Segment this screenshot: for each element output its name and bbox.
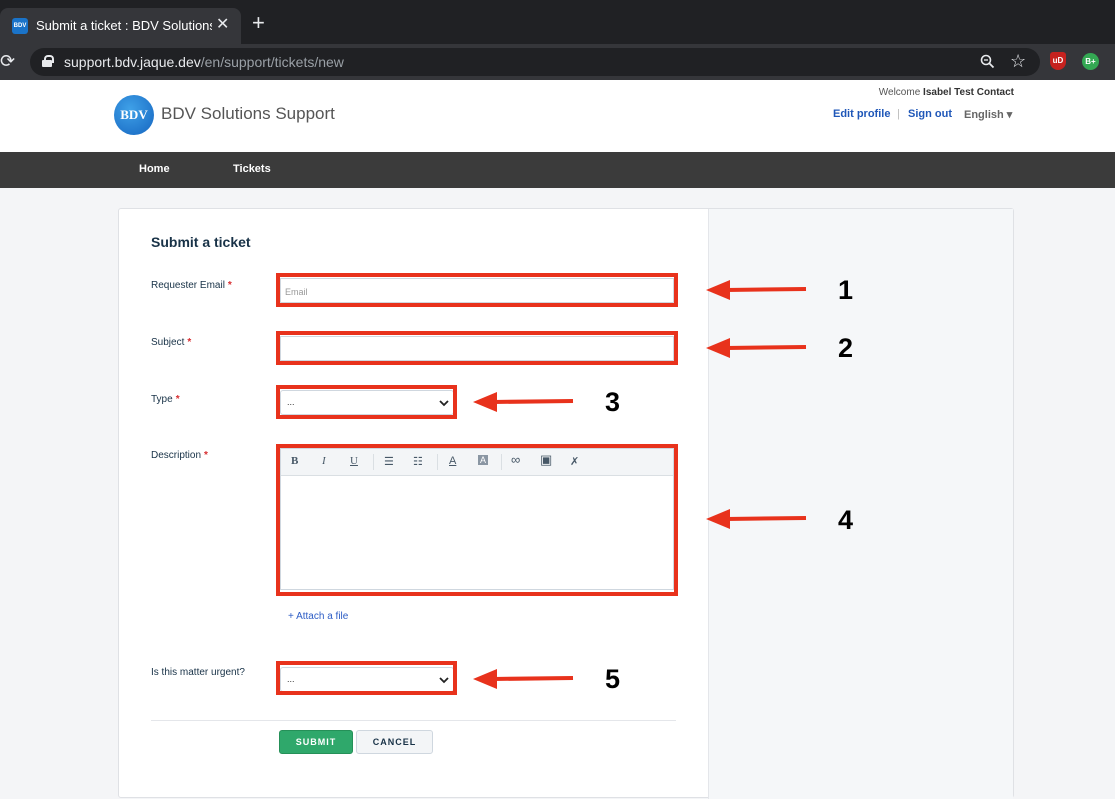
cancel-button[interactable]: CANCEL bbox=[356, 730, 433, 754]
subject-label: Subject * bbox=[151, 337, 191, 348]
type-label: Type * bbox=[151, 394, 180, 405]
url-text: support.bdv.jaque.dev/en/support/tickets… bbox=[64, 54, 344, 70]
required-mark: * bbox=[204, 450, 208, 461]
annotation-arrow-5 bbox=[473, 669, 574, 689]
url-host: support.bdv.jaque.dev bbox=[64, 54, 201, 70]
nav-item-tickets[interactable]: Tickets bbox=[233, 163, 271, 175]
form-divider bbox=[151, 720, 676, 721]
reload-icon[interactable]: ⟳ bbox=[0, 51, 15, 72]
welcome-text: Welcome Isabel Test Contact bbox=[0, 87, 1014, 98]
browser-tab-bar: BDV Submit a ticket : BDV Solutions Supp… bbox=[0, 0, 1115, 44]
annotation-box-5 bbox=[276, 661, 457, 695]
tab-title: Submit a ticket : BDV Solutions Support bbox=[36, 18, 212, 33]
new-tab-icon[interactable]: + bbox=[252, 12, 265, 34]
edit-profile-link[interactable]: Edit profile bbox=[833, 108, 890, 120]
annotation-arrow-2 bbox=[706, 338, 807, 358]
extension-icon[interactable]: B+ bbox=[1082, 53, 1099, 70]
language-dropdown[interactable]: English ▾ bbox=[964, 108, 1012, 121]
callout-number-3: 3 bbox=[605, 387, 621, 417]
annotation-arrow-1 bbox=[706, 280, 807, 300]
annotation-box-1 bbox=[276, 273, 678, 307]
subject-label-text: Subject bbox=[151, 337, 185, 348]
zoom-icon[interactable] bbox=[980, 54, 995, 73]
requester-email-label: Requester Email * bbox=[151, 280, 232, 291]
url-path: /en/support/tickets/new bbox=[200, 54, 344, 70]
favicon-icon: BDV bbox=[12, 18, 28, 34]
description-label: Description * bbox=[151, 450, 208, 461]
required-mark: * bbox=[227, 280, 232, 291]
header-separator: | bbox=[897, 108, 900, 120]
browser-address-bar: ⟳ support.bdv.jaque.dev/en/support/ticke… bbox=[0, 44, 1115, 80]
required-mark: * bbox=[187, 337, 192, 348]
annotation-arrow-3 bbox=[473, 392, 574, 412]
main-nav: Home Tickets bbox=[0, 152, 1115, 188]
annotation-box-2 bbox=[276, 331, 678, 365]
type-label-text: Type bbox=[151, 394, 173, 405]
welcome-prefix: Welcome bbox=[878, 87, 924, 98]
urgent-label: Is this matter urgent? bbox=[151, 667, 245, 678]
nav-item-home[interactable]: Home bbox=[139, 163, 170, 175]
site-header: BDV BDV Solutions Support Welcome Isabel… bbox=[0, 80, 1115, 152]
required-mark: * bbox=[175, 394, 180, 405]
page-title: Submit a ticket bbox=[151, 234, 251, 250]
url-field[interactable]: support.bdv.jaque.dev/en/support/tickets… bbox=[30, 48, 1040, 76]
callout-number-2: 2 bbox=[838, 333, 854, 363]
annotation-arrow-4 bbox=[706, 509, 807, 529]
requester-email-label-text: Requester Email bbox=[151, 280, 225, 291]
submit-button[interactable]: SUBMIT bbox=[279, 730, 353, 754]
callout-number-1: 1 bbox=[838, 275, 854, 305]
lock-icon bbox=[42, 55, 54, 67]
bdv-logo[interactable]: BDV bbox=[114, 95, 154, 135]
callout-number-4: 4 bbox=[838, 505, 854, 535]
user-name: Isabel Test Contact bbox=[923, 87, 1014, 98]
annotation-box-3 bbox=[276, 385, 457, 419]
callout-number-5: 5 bbox=[605, 664, 621, 694]
browser-tab[interactable]: BDV Submit a ticket : BDV Solutions Supp… bbox=[0, 8, 241, 44]
bookmark-star-icon[interactable]: ☆ bbox=[1010, 51, 1026, 72]
attach-file-link[interactable]: + Attach a file bbox=[288, 611, 348, 622]
close-tab-icon[interactable]: ✕ bbox=[216, 16, 229, 34]
annotation-box-4 bbox=[276, 444, 678, 596]
sign-out-link[interactable]: Sign out bbox=[908, 108, 952, 120]
brand-name[interactable]: BDV Solutions Support bbox=[161, 104, 335, 124]
description-label-text: Description bbox=[151, 450, 202, 461]
ublock-extension-icon[interactable]: uD bbox=[1050, 52, 1066, 70]
